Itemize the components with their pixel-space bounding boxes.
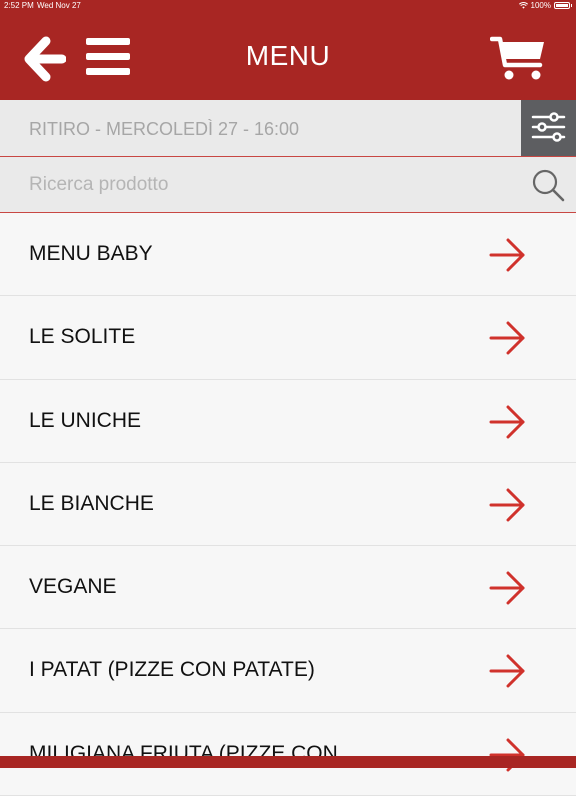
category-row[interactable]: I PATAT (PIZZE CON PATATE) bbox=[0, 629, 576, 713]
shopping-cart-icon bbox=[490, 36, 544, 80]
category-row[interactable]: LE UNICHE bbox=[0, 379, 576, 463]
arrow-right-icon[interactable] bbox=[488, 570, 528, 606]
pickup-info: RITIRO - MERCOLEDÌ 27 - 16:00 bbox=[29, 119, 300, 139]
battery-tip bbox=[571, 4, 572, 7]
wifi-icon bbox=[518, 2, 528, 9]
category-label: LE BIANCHE bbox=[29, 491, 154, 515]
category-label: LE SOLITE bbox=[29, 325, 136, 349]
category-label: VEGANE bbox=[29, 575, 117, 599]
arrow-right-icon[interactable] bbox=[488, 653, 528, 689]
category-row[interactable]: LE BIANCHE bbox=[0, 462, 576, 547]
category-row[interactable]: LE SOLITE bbox=[0, 296, 576, 380]
category-label: MENU BABY bbox=[29, 242, 153, 265]
category-row[interactable]: VEGANE bbox=[0, 546, 576, 630]
battery-percent: 100% bbox=[530, 1, 551, 10]
battery-icon bbox=[554, 2, 570, 9]
category-label: LE UNICHE bbox=[29, 408, 142, 432]
arrow-right-icon[interactable] bbox=[488, 404, 528, 440]
hamburger-line bbox=[86, 53, 130, 60]
menu-button[interactable] bbox=[84, 36, 132, 80]
search-bar bbox=[0, 157, 576, 213]
arrow-right-icon[interactable] bbox=[488, 320, 528, 356]
status-right: 100% bbox=[518, 1, 572, 10]
arrow-right-icon[interactable] bbox=[488, 487, 528, 523]
pickup-bar: RITIRO - MERCOLEDÌ 27 - 16:00 bbox=[0, 100, 576, 157]
search-icon[interactable] bbox=[530, 167, 566, 203]
sliders-icon bbox=[531, 112, 566, 142]
filter-button[interactable] bbox=[521, 100, 576, 156]
status-bar: 2:52 PM Wed Nov 27 100% bbox=[0, 0, 576, 12]
category-list: MENU BABY LE SOLITE LE UNICHE LE BIANCHE VEG… bbox=[0, 213, 576, 796]
category-label: I PATAT (PIZZE CON PATATE) bbox=[29, 658, 315, 682]
category-row[interactable]: MILIGIANA FRIUTA (PIZZE CON bbox=[0, 712, 576, 796]
arrow-right-icon[interactable] bbox=[488, 237, 528, 273]
status-time: 2:52 PM bbox=[4, 1, 34, 10]
status-date: Wed Nov 27 bbox=[37, 1, 81, 10]
back-button[interactable] bbox=[22, 36, 66, 82]
search-input[interactable] bbox=[0, 157, 520, 212]
page-title: MENU bbox=[245, 40, 331, 71]
app-header: 2:52 PM Wed Nov 27 100% MENU bbox=[0, 0, 576, 100]
hamburger-line bbox=[86, 68, 130, 75]
category-row[interactable]: MENU BABY bbox=[0, 213, 576, 297]
cart-button[interactable] bbox=[490, 34, 548, 82]
hamburger-icon bbox=[86, 38, 130, 45]
bottom-bar bbox=[0, 756, 576, 768]
arrow-left-icon bbox=[24, 36, 66, 82]
